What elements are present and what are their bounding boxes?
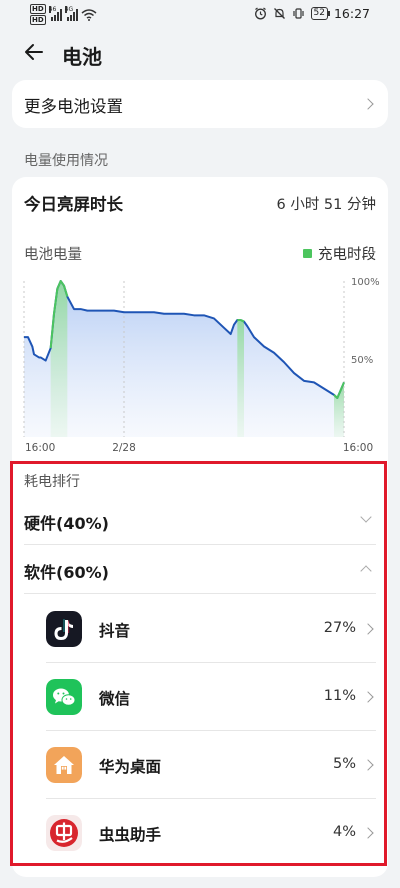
y-tick-label: 100%	[351, 277, 380, 288]
x-tick-label: 16:00	[25, 442, 55, 454]
legend-swatch	[303, 249, 312, 258]
vibrate-icon	[292, 8, 304, 19]
status-right: 52 16:27	[254, 6, 370, 21]
hd-badge: HD	[30, 15, 46, 25]
hd-badges: HD HD	[30, 4, 46, 25]
mute-bell-icon	[273, 8, 285, 19]
charging-period-fill	[237, 320, 244, 437]
x-tick-label: 16:00	[343, 442, 373, 454]
wifi-icon	[81, 8, 97, 21]
chart-title: 电池电量	[24, 247, 82, 263]
chart-legend: 充电时段	[303, 243, 376, 264]
battery-indicator: 52	[310, 7, 331, 20]
hd-badge: HD	[30, 4, 46, 14]
status-time: 16:27	[333, 6, 370, 21]
screen-time-value: 6 小时 51 分钟	[276, 197, 376, 213]
screen-time-label: 今日亮屏时长	[24, 195, 123, 214]
section-header: 电量使用情况	[24, 153, 108, 169]
alarm-icon	[254, 7, 266, 20]
charging-period-fill	[50, 281, 68, 437]
y-tick-label: 50%	[351, 355, 373, 366]
back-arrow-icon[interactable]	[22, 40, 46, 64]
signal-icon: 46	[48, 5, 62, 21]
legend-label: 充电时段	[318, 247, 376, 263]
page-title: 电池	[62, 45, 102, 69]
status-bar: HD HD 46 4G 52 16:27	[0, 0, 400, 28]
more-battery-settings-label: 更多电池设置	[24, 97, 123, 116]
signal-icon: 4G	[64, 5, 78, 21]
status-left: HD HD 46 4G	[30, 4, 97, 25]
screen-time-row: 今日亮屏时长 6 小时 51 分钟	[12, 177, 388, 227]
network-type-label: 46	[48, 5, 57, 13]
chevron-right-icon	[362, 98, 374, 110]
x-tick-label: 2/28	[112, 442, 136, 454]
battery-level-chart[interactable]: 100% 50% 16:00 2/28 16:00	[12, 267, 388, 457]
highlight-annotation-box	[10, 461, 387, 866]
more-battery-settings-row[interactable]: 更多电池设置	[12, 80, 388, 128]
charging-period-fill	[334, 382, 344, 437]
app-header: 电池	[0, 30, 400, 76]
network-type-label: 4G	[64, 5, 74, 13]
